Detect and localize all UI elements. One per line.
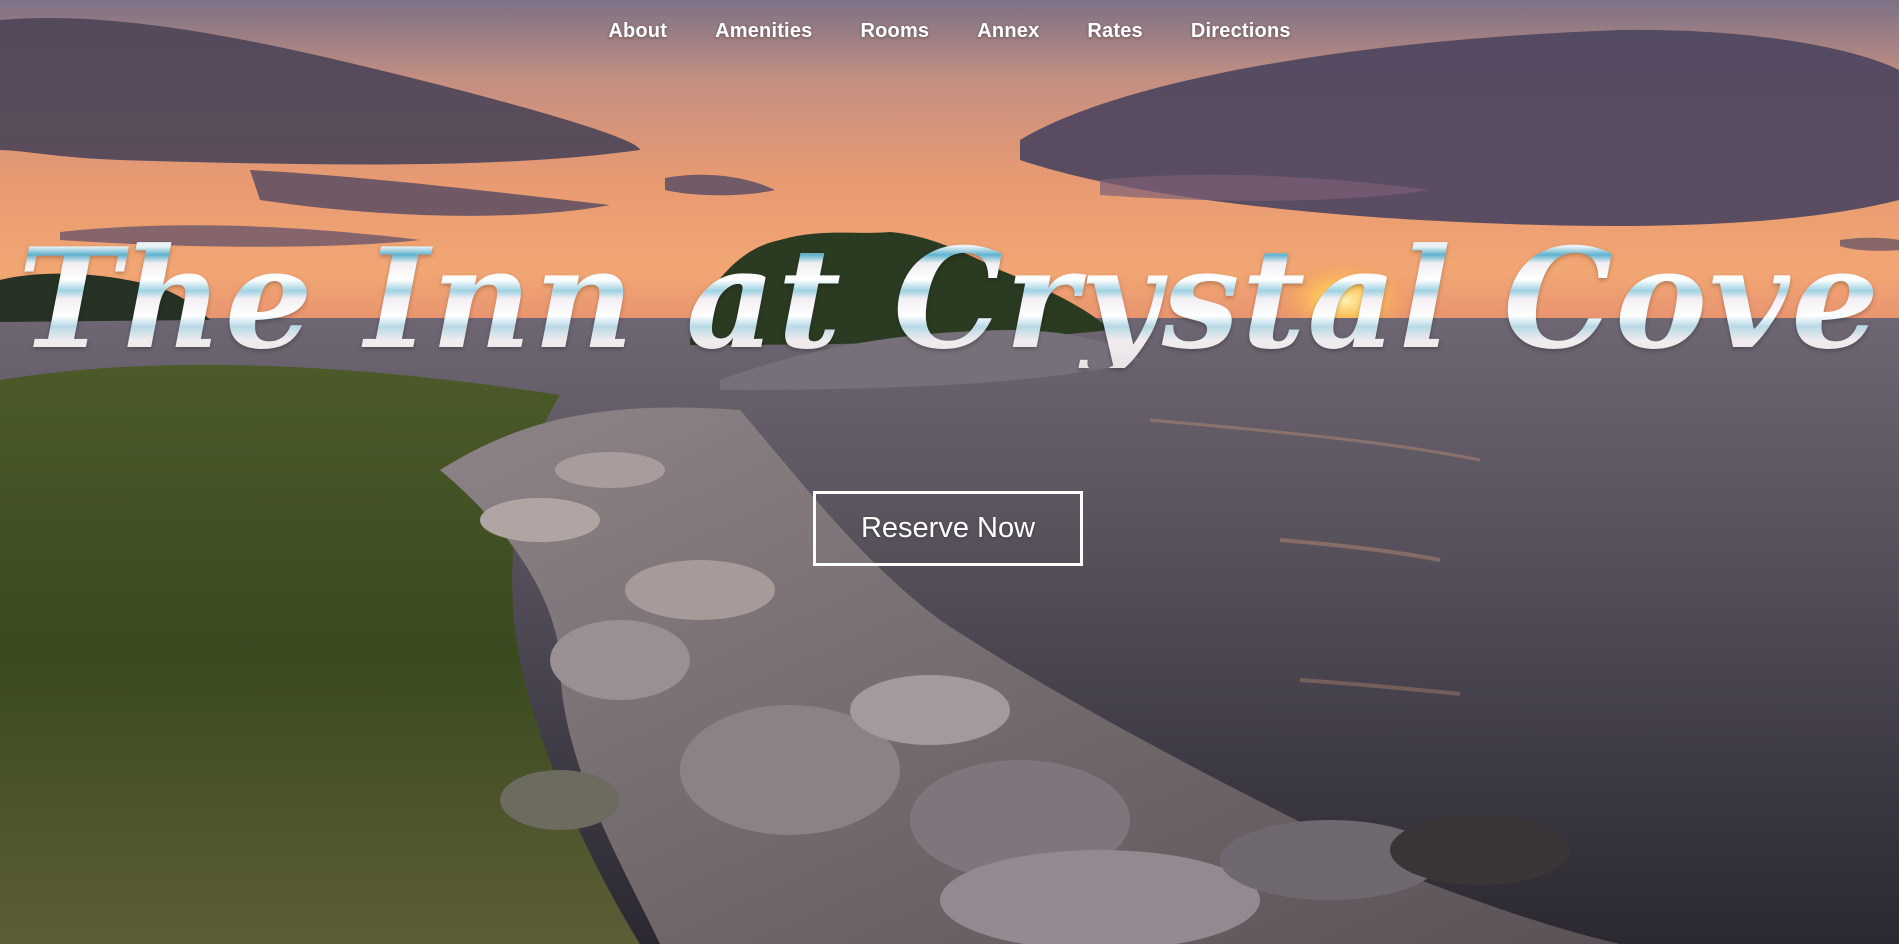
reserve-now-button[interactable]: Reserve Now: [813, 491, 1083, 566]
top-navigation: About Amenities Rooms Annex Rates Direct…: [0, 20, 1899, 43]
nav-link-about[interactable]: About: [584, 20, 691, 43]
title-container: The Inn at Crystal Cove: [0, 230, 1899, 368]
nav-link-rooms[interactable]: Rooms: [836, 20, 953, 43]
hero-background-photo: [0, 0, 1899, 944]
nav-link-directions[interactable]: Directions: [1167, 20, 1315, 43]
nav-link-rates[interactable]: Rates: [1063, 20, 1166, 43]
nav-link-annex[interactable]: Annex: [953, 20, 1063, 43]
hero-section: About Amenities Rooms Annex Rates Direct…: [0, 0, 1899, 944]
site-title: The Inn at Crystal Cove: [0, 230, 1899, 368]
nav-link-amenities[interactable]: Amenities: [691, 20, 836, 43]
